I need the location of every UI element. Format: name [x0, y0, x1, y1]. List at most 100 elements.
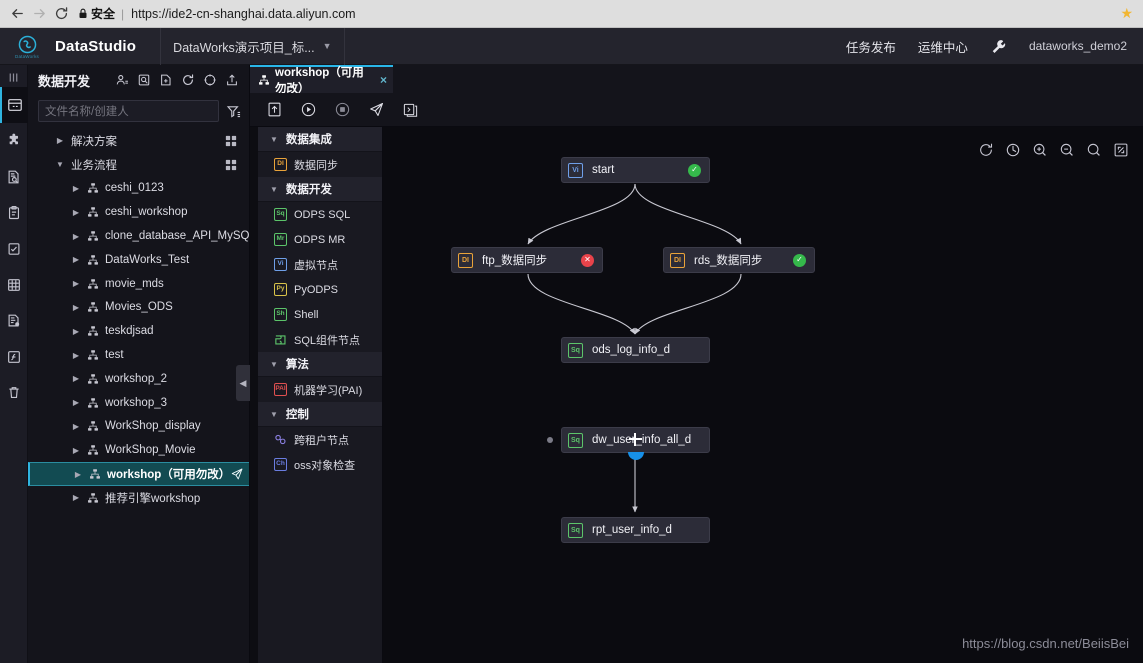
chevron-right-icon[interactable]: ▶ — [68, 446, 84, 455]
palette-item-机器学习(PAI)[interactable]: PAI 机器学习(PAI) — [258, 377, 382, 402]
star-icon[interactable]: ★ — [1120, 5, 1137, 22]
palette-group-控制[interactable]: ▼ 控制 — [258, 402, 382, 427]
refresh-canvas-icon[interactable] — [977, 141, 994, 158]
palette-group-数据开发[interactable]: ▼ 数据开发 — [258, 177, 382, 202]
canvas-node-rpt[interactable]: Sq rpt_user_info_d — [561, 517, 710, 543]
canvas-node-start[interactable]: Vi start ✓ — [561, 157, 710, 183]
address-bar[interactable]: 安全 | https://ide2-cn-shanghai.data.aliyu… — [78, 4, 1120, 24]
tree-item-workshop_3[interactable]: ▶ workshop_3 — [28, 391, 249, 415]
chevron-right-icon[interactable]: ▶ — [52, 136, 68, 145]
chevron-right-icon[interactable]: ▶ — [68, 232, 84, 241]
chevron-right-icon[interactable]: ▶ — [68, 351, 84, 360]
node-input-port[interactable] — [547, 437, 553, 443]
rail-item-panel-toggle[interactable] — [0, 67, 28, 87]
new-file-icon[interactable] — [156, 71, 175, 90]
chevron-right-icon[interactable]: ▶ — [68, 374, 84, 383]
palette-group-算法[interactable]: ▼ 算法 — [258, 352, 382, 377]
tree-item-解决方案[interactable]: ▶ 解决方案 — [28, 129, 249, 153]
rail-item-doc-search[interactable] — [0, 159, 28, 195]
tree-item-WorkShop_Movie[interactable]: ▶ WorkShop_Movie — [28, 438, 249, 462]
chevron-right-icon[interactable]: ▶ — [70, 470, 86, 479]
fit-screen-icon[interactable] — [1112, 141, 1129, 158]
header-link-operations[interactable]: 运维中心 — [918, 37, 968, 56]
stop-button[interactable] — [330, 98, 354, 122]
tree-item-DataWorks_Test[interactable]: ▶ DataWorks_Test — [28, 248, 249, 272]
canvas-node-ods[interactable]: Sq ods_log_info_d — [561, 337, 710, 363]
rail-item-doc-edit[interactable] — [0, 303, 28, 339]
run-button[interactable] — [296, 98, 320, 122]
zoom-in-icon[interactable] — [1031, 141, 1048, 158]
tree-item-ceshi_workshop[interactable]: ▶ ceshi_workshop — [28, 200, 249, 224]
chevron-right-icon[interactable]: ▶ — [68, 279, 84, 288]
search-input[interactable]: 文件名称/创建人 — [38, 100, 219, 122]
canvas-node-rds[interactable]: DI rds_数据同步 ✓ — [663, 247, 815, 273]
palette-item-PyODPS[interactable]: Py PyODPS — [258, 277, 382, 302]
tree-item-test[interactable]: ▶ test — [28, 343, 249, 367]
tree-item-业务流程[interactable]: ▼ 业务流程 — [28, 153, 249, 177]
chevron-right-icon[interactable]: ▶ — [68, 303, 84, 312]
rail-item-data-table[interactable] — [0, 87, 28, 123]
chevron-right-icon[interactable]: ▶ — [68, 208, 84, 217]
rail-item-function[interactable] — [0, 339, 28, 375]
project-selector[interactable]: DataWorks演示项目_标... ▼ — [160, 27, 345, 65]
tree-item-workshop_2[interactable]: ▶ workshop_2 — [28, 367, 249, 391]
rail-item-extensions[interactable] — [0, 123, 28, 159]
tree-item-WorkShop_display[interactable]: ▶ WorkShop_display — [28, 415, 249, 439]
tree-item-clone_database_API_MySQL[interactable]: ▶ clone_database_API_MySQL — [28, 224, 249, 248]
flow-glyph — [88, 302, 98, 313]
palette-item-跨租户节点[interactable]: 跨租户节点 — [258, 427, 382, 452]
locate-icon[interactable] — [200, 71, 219, 90]
tree-item-workshop（可用勿改）[interactable]: ▶ workshop（可用勿改） — [28, 462, 249, 486]
tree-item-ceshi_0123[interactable]: ▶ ceshi_0123 — [28, 177, 249, 201]
wrench-icon[interactable] — [990, 38, 1007, 55]
rail-item-checklist[interactable] — [0, 231, 28, 267]
tab-workshop[interactable]: workshop（可用勿改） × — [250, 65, 393, 95]
import-icon[interactable] — [222, 71, 241, 90]
submit-flow-button[interactable] — [230, 467, 244, 481]
canvas-node-ftp[interactable]: DI ftp_数据同步 ✕ — [451, 247, 603, 273]
browser-reload-button[interactable] — [50, 3, 72, 25]
chevron-right-icon[interactable]: ▶ — [68, 422, 84, 431]
palette-item-数据同步[interactable]: DI 数据同步 — [258, 152, 382, 177]
user-name[interactable]: dataworks_demo2 — [1029, 39, 1127, 53]
tree-item-推荐引擎workshop[interactable]: ▶ 推荐引擎workshop — [28, 486, 249, 510]
close-icon[interactable]: × — [380, 73, 387, 87]
tree-item-movie_mds[interactable]: ▶ movie_mds — [28, 272, 249, 296]
palette-item-oss对象检查[interactable]: Ch oss对象检查 — [258, 452, 382, 477]
rail-item-table-grid[interactable] — [0, 267, 28, 303]
workflow-canvas[interactable]: Vi start ✓ DI ftp_数据同步 ✕ DI rds_数据同步 ✓ Sq ods_log_… — [383, 127, 1143, 663]
canvas-node-dw[interactable]: Sq dw_user_info_all_d — [561, 427, 710, 453]
rail-item-clipboard[interactable] — [0, 195, 28, 231]
chevron-right-icon[interactable]: ▶ — [68, 327, 84, 336]
header-link-publish[interactable]: 任务发布 — [846, 37, 896, 56]
tree-item-teskdjsad[interactable]: ▶ teskdjsad — [28, 319, 249, 343]
search-node-icon[interactable] — [1085, 141, 1102, 158]
palette-item-虚拟节点[interactable]: Vi 虚拟节点 — [258, 252, 382, 277]
palette-item-Shell[interactable]: Sh Shell — [258, 302, 382, 327]
zoom-out-icon[interactable] — [1058, 141, 1075, 158]
chevron-down-icon[interactable]: ▼ — [52, 160, 68, 169]
refresh-icon[interactable] — [178, 71, 197, 90]
grid-view-icon[interactable] — [225, 135, 237, 147]
chevron-right-icon[interactable]: ▶ — [68, 493, 84, 502]
user-icon[interactable] — [112, 71, 131, 90]
rail-item-recycle-bin[interactable] — [0, 375, 28, 411]
tree-item-Movies_ODS[interactable]: ▶ Movies_ODS — [28, 296, 249, 320]
chevron-right-icon[interactable]: ▶ — [68, 184, 84, 193]
filter-icon[interactable] — [225, 104, 241, 119]
table-icon — [7, 99, 22, 111]
file-search-icon[interactable] — [134, 71, 153, 90]
auto-layout-icon[interactable] — [1004, 141, 1021, 158]
grid-view-icon[interactable] — [225, 159, 237, 171]
palette-group-数据集成[interactable]: ▼ 数据集成 — [258, 127, 382, 152]
deploy-button[interactable] — [364, 98, 388, 122]
palette-item-ODPS SQL[interactable]: Sq ODPS SQL — [258, 202, 382, 227]
submit-button[interactable] — [262, 98, 286, 122]
panel-collapse-handle[interactable]: ◀ — [236, 365, 250, 401]
chevron-right-icon[interactable]: ▶ — [68, 398, 84, 407]
goto-ops-button[interactable] — [398, 98, 422, 122]
palette-item-SQL组件节点[interactable]: SQL组件节点 — [258, 327, 382, 352]
browser-back-button[interactable] — [6, 3, 28, 25]
palette-item-ODPS MR[interactable]: Mr ODPS MR — [258, 227, 382, 252]
chevron-right-icon[interactable]: ▶ — [68, 255, 84, 264]
